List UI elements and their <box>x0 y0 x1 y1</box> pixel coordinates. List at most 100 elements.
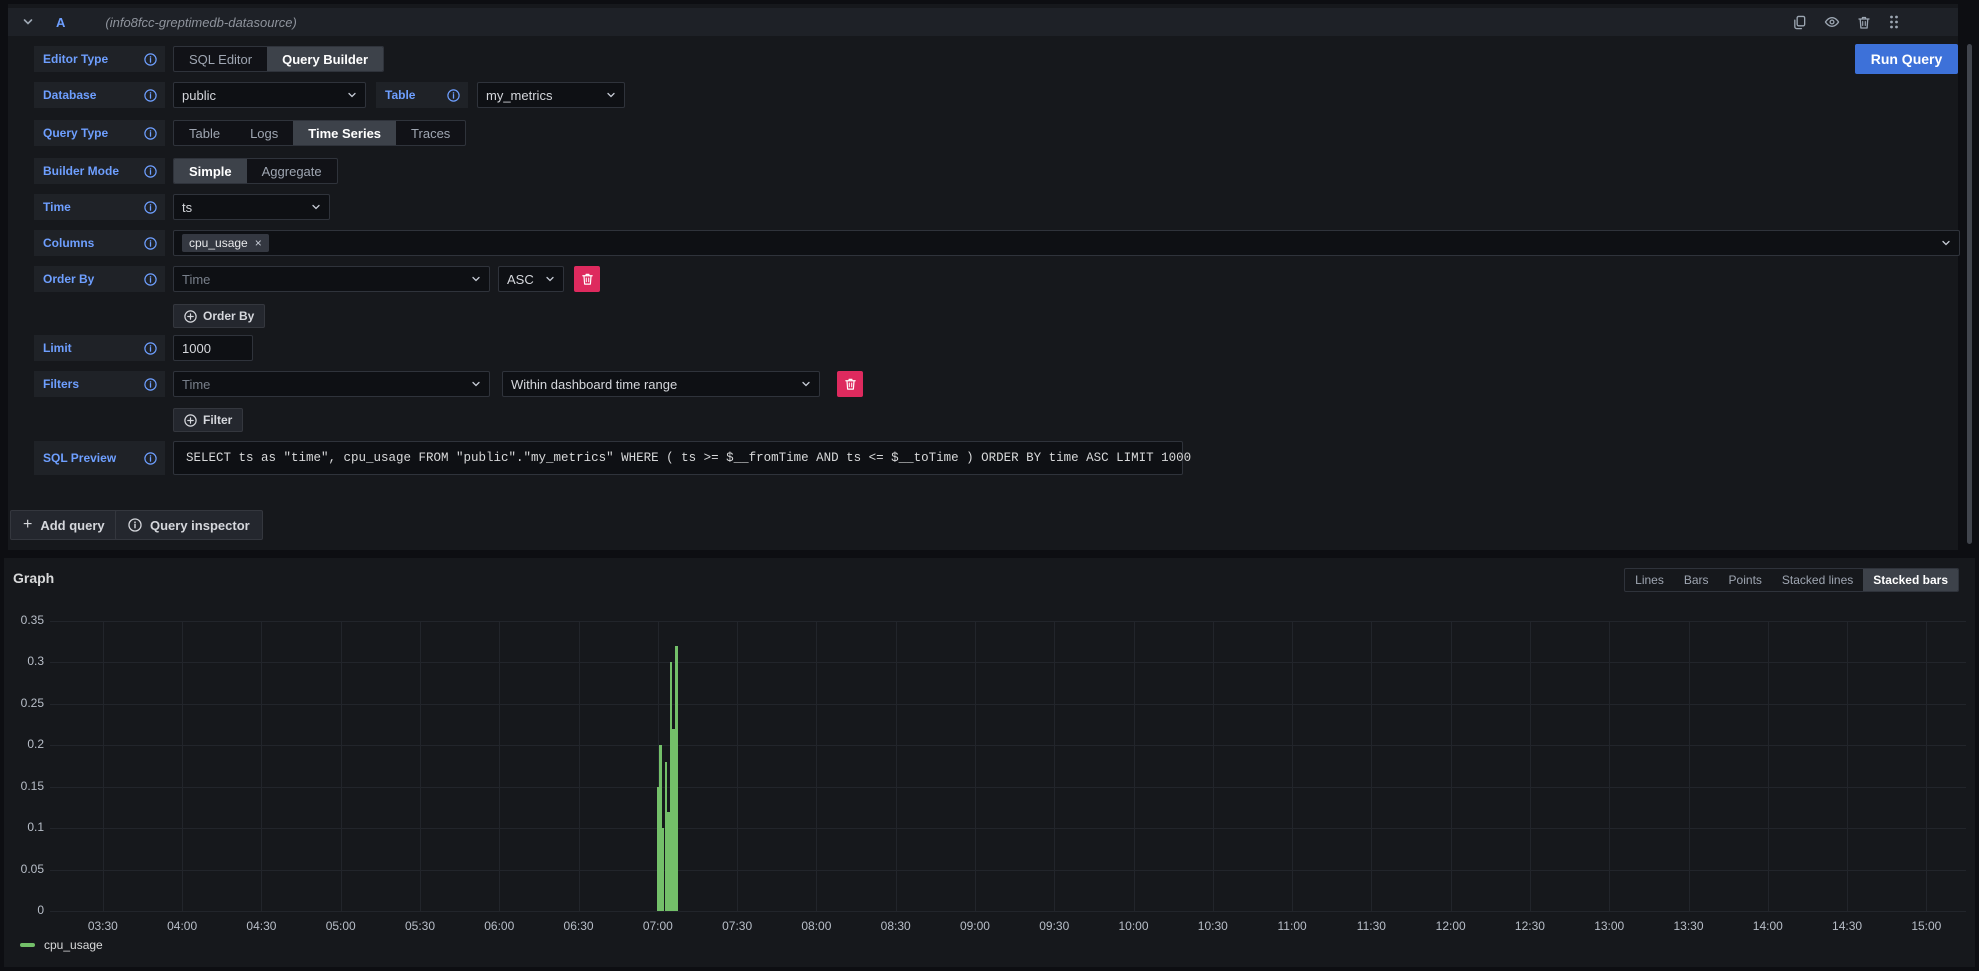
y-tick-label: 0.1 <box>4 820 44 834</box>
info-icon[interactable] <box>144 378 157 391</box>
info-icon[interactable] <box>144 237 157 250</box>
remove-order-by-button[interactable] <box>574 266 600 292</box>
order-by-direction-select[interactable]: ASC <box>498 266 564 292</box>
legend-series-label: cpu_usage <box>44 938 103 952</box>
x-tick-label: 11:00 <box>1278 919 1307 933</box>
drag-handle-icon[interactable] <box>1888 14 1900 30</box>
tab-lines[interactable]: Lines <box>1625 569 1674 591</box>
query-type-option-table[interactable]: Table <box>174 121 235 145</box>
remove-filter-button[interactable] <box>837 371 863 397</box>
editor-type-label: Editor Type <box>34 46 165 72</box>
x-tick-label: 12:30 <box>1515 919 1545 933</box>
gridline <box>1847 621 1848 911</box>
x-tick-label: 04:30 <box>246 919 276 933</box>
info-icon[interactable] <box>144 342 157 355</box>
gridline <box>1292 621 1293 911</box>
gridline <box>1609 621 1610 911</box>
collapse-chevron-icon[interactable] <box>22 16 34 28</box>
editor-type-option-sql-editor[interactable]: SQL Editor <box>174 47 267 71</box>
x-tick-label: 05:00 <box>326 919 356 933</box>
gridline <box>50 621 1966 622</box>
remove-tag-icon[interactable] <box>255 237 262 249</box>
x-tick-label: 14:00 <box>1753 919 1783 933</box>
sql-preview-text: SELECT ts as "time", cpu_usage FROM "pub… <box>186 451 1191 465</box>
query-type-option-traces[interactable]: Traces <box>396 121 465 145</box>
table-label: Table <box>376 82 468 108</box>
gridline <box>1134 621 1135 911</box>
chevron-down-icon <box>801 379 811 389</box>
row-columns: Columns cpu_usage <box>8 230 1958 256</box>
gridline <box>50 870 1966 871</box>
tab-stacked-bars[interactable]: Stacked bars <box>1863 569 1958 591</box>
columns-multiselect[interactable]: cpu_usage <box>173 230 1960 256</box>
database-label: Database <box>34 82 165 108</box>
info-icon[interactable] <box>144 165 157 178</box>
graph-panel: Graph Lines Bars Points Stacked lines St… <box>4 558 1975 967</box>
time-label: Time <box>34 194 165 220</box>
row-time: Time ts <box>8 194 1958 220</box>
query-type-toggle: Table Logs Time Series Traces <box>173 120 466 146</box>
x-tick-label: 06:00 <box>484 919 514 933</box>
tab-bars[interactable]: Bars <box>1674 569 1719 591</box>
query-header-actions <box>1792 8 1900 36</box>
gridline <box>1213 621 1214 911</box>
chevron-down-icon <box>545 274 555 284</box>
gridline <box>1371 621 1372 911</box>
builder-mode-toggle: Simple Aggregate <box>173 158 338 184</box>
gridline <box>1689 621 1690 911</box>
row-query-type: Query Type Table Logs Time Series Traces <box>8 120 1958 146</box>
gridline <box>1530 621 1531 911</box>
gridline <box>50 704 1966 705</box>
info-icon[interactable] <box>144 127 157 140</box>
info-icon[interactable] <box>144 452 157 465</box>
gridline <box>50 787 1966 788</box>
info-icon[interactable] <box>144 53 157 66</box>
info-icon[interactable] <box>447 89 460 102</box>
row-sql-preview: SQL Preview SELECT ts as "time", cpu_usa… <box>8 441 1958 475</box>
filter-field-select[interactable]: Time <box>173 371 490 397</box>
gridline <box>1926 621 1927 911</box>
x-tick-label: 07:00 <box>643 919 673 933</box>
row-builder-mode: Builder Mode Simple Aggregate <box>8 158 1958 184</box>
query-type-option-logs[interactable]: Logs <box>235 121 293 145</box>
sql-preview-box: SELECT ts as "time", cpu_usage FROM "pub… <box>173 441 1183 475</box>
info-icon[interactable] <box>144 89 157 102</box>
y-tick-label: 0.05 <box>4 862 44 876</box>
add-order-by-button[interactable]: Order By <box>173 304 265 328</box>
gridline <box>50 662 1966 663</box>
builder-mode-option-simple[interactable]: Simple <box>174 159 247 183</box>
gridline <box>737 621 738 911</box>
database-select[interactable]: public <box>173 82 366 108</box>
query-header[interactable]: A (info8fcc-greptimedb-datasource) <box>8 8 1958 36</box>
hide-response-icon[interactable] <box>1824 14 1840 30</box>
duplicate-query-icon[interactable] <box>1792 15 1807 30</box>
x-tick-label: 07:30 <box>722 919 752 933</box>
chevron-down-icon <box>606 90 616 100</box>
tab-stacked-lines[interactable]: Stacked lines <box>1772 569 1863 591</box>
chevron-down-icon <box>471 274 481 284</box>
editor-type-option-query-builder[interactable]: Query Builder <box>267 47 383 71</box>
add-filter-button[interactable]: Filter <box>173 408 243 432</box>
gridline <box>50 911 1966 912</box>
builder-mode-option-aggregate[interactable]: Aggregate <box>247 159 337 183</box>
gridline <box>1054 621 1055 911</box>
info-icon[interactable] <box>144 273 157 286</box>
legend-item-cpu-usage[interactable]: cpu_usage <box>20 938 103 952</box>
editor-scrollbar[interactable] <box>1967 44 1972 544</box>
column-tag-cpu-usage: cpu_usage <box>182 234 269 252</box>
query-type-option-time-series[interactable]: Time Series <box>293 121 396 145</box>
x-tick-label: 08:30 <box>881 919 911 933</box>
info-icon[interactable] <box>144 201 157 214</box>
query-inspector-button[interactable]: Query inspector <box>115 510 263 540</box>
delete-query-icon[interactable] <box>1857 15 1871 30</box>
limit-input[interactable]: 1000 <box>173 335 253 361</box>
add-query-button[interactable]: Add query <box>10 510 118 540</box>
x-tick-label: 13:30 <box>1673 919 1703 933</box>
table-select[interactable]: my_metrics <box>477 82 625 108</box>
filter-range-select[interactable]: Within dashboard time range <box>502 371 820 397</box>
query-type-label: Query Type <box>34 120 165 146</box>
tab-points[interactable]: Points <box>1719 569 1772 591</box>
sql-preview-label: SQL Preview <box>34 441 165 475</box>
order-by-field-select[interactable]: Time <box>173 266 490 292</box>
time-column-select[interactable]: ts <box>173 194 330 220</box>
